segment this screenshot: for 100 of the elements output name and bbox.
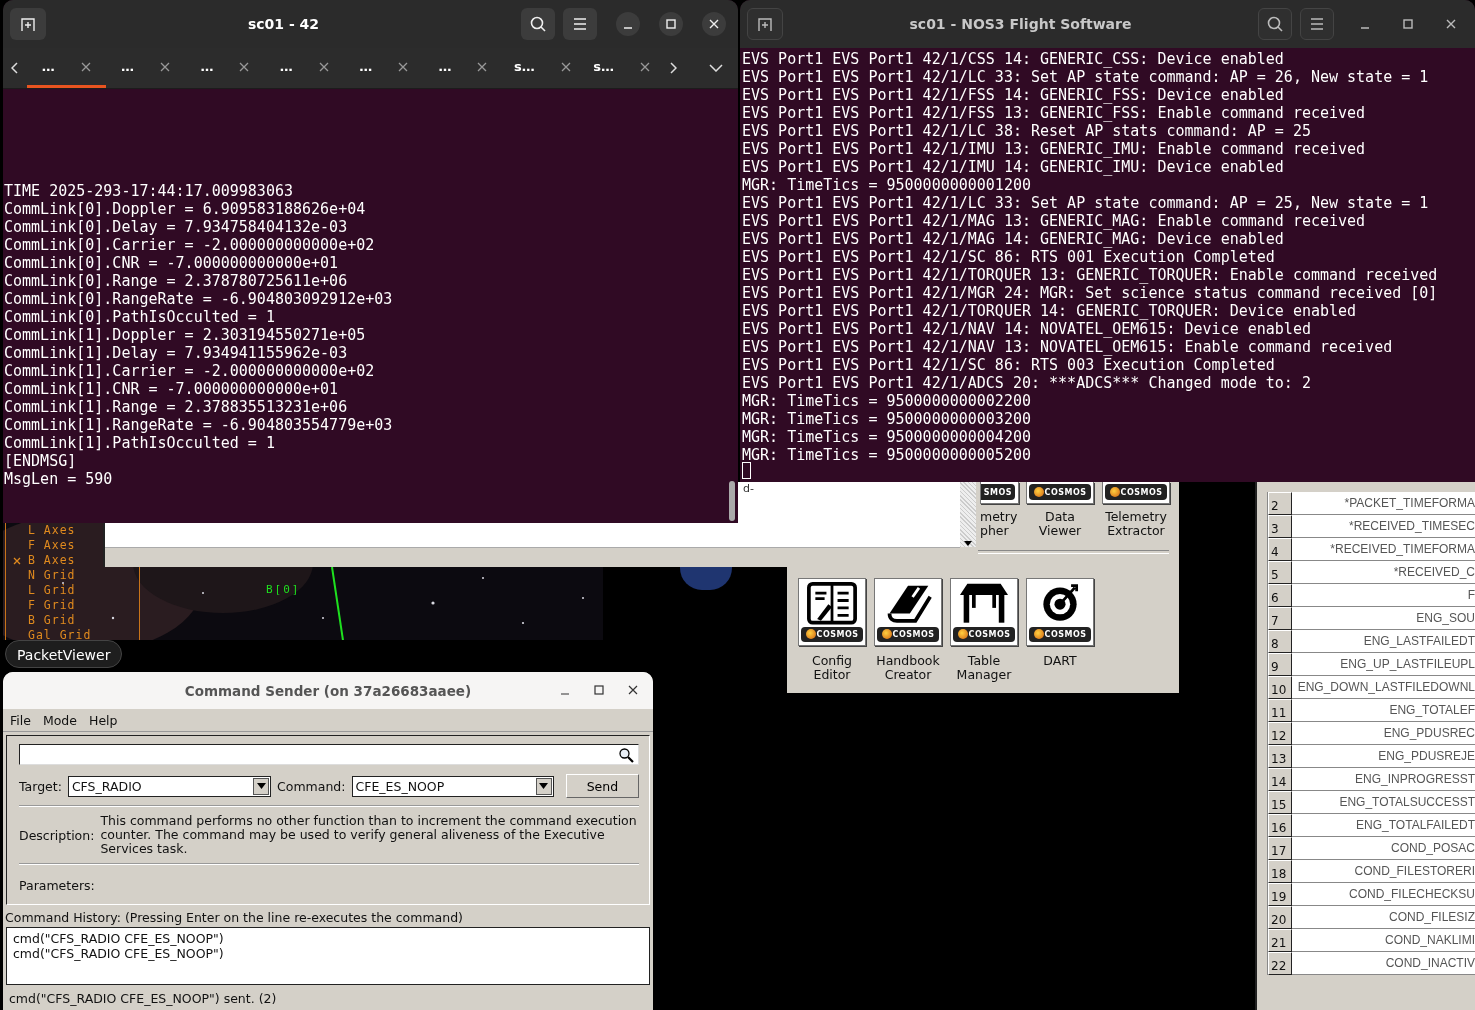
- table-cell: ENG_UP_LASTFILEUPL: [1292, 653, 1475, 676]
- app-tile[interactable]: COSMOS: [950, 578, 1018, 646]
- tab[interactable]: …: [185, 48, 265, 88]
- output-line: CommLink[0].Delay = 7.934758404132e-03: [4, 218, 349, 236]
- command-label: Command:: [277, 778, 346, 794]
- output-line: EVS Port1 EVS Port1 42/1/FSS 14: GENERIC_FSS: Device enabled: [742, 86, 1285, 104]
- app-tile[interactable]: COSMOS: [1026, 578, 1094, 646]
- target-label: Target:: [19, 778, 62, 794]
- tab-label: …: [438, 59, 452, 74]
- tab[interactable]: …: [105, 48, 186, 88]
- table-cell: COND_POSAC: [1292, 837, 1475, 860]
- output-line: CommLink[0].Carrier = -2.000000000000e+02: [4, 236, 376, 254]
- tab[interactable]: …: [264, 48, 344, 88]
- row-number: 8: [1268, 630, 1292, 653]
- status-text: cmd("CFS_RADIO CFE_ES_NOOP") sent. (2): [9, 991, 278, 1006]
- output-line: MGR: TimeTics = 9500000000001200: [742, 176, 1032, 194]
- output-line: EVS Port1 EVS Port1 42/1/LC 38: Reset AP stats command: AP = 25: [742, 122, 1312, 140]
- command-dropdown[interactable]: CFE_ES_NOOP: [351, 775, 554, 797]
- output-line: MGR: TimeTics = 9500000000004200: [742, 428, 1032, 446]
- menu-item[interactable]: F Axes: [6, 538, 76, 553]
- menu-item[interactable]: B Axes: [6, 553, 76, 568]
- app-label: Handbook Creator: [876, 654, 940, 682]
- output-line: EVS Port1 EVS Port1 42/1/MGR 24: MGR: Set science status command received [0]: [742, 284, 1439, 302]
- table-cell: ENG_PDUSREC: [1292, 722, 1475, 745]
- table-cell: COND_FILESTORERI: [1292, 860, 1475, 883]
- tab[interactable]: …: [423, 48, 503, 88]
- menu-item[interactable]: B Grid: [6, 613, 76, 628]
- table-cell: COND_INACTIV: [1292, 952, 1475, 975]
- tab-label: …: [121, 59, 135, 74]
- row-number: 17: [1268, 837, 1292, 860]
- output-line: CommLink[0].Doppler = 6.909583188626e+04: [4, 200, 367, 218]
- output-line: CommLink[1].Carrier = -2.000000000000e+02: [4, 362, 376, 380]
- row-number: 4: [1268, 538, 1292, 561]
- target-dropdown[interactable]: CFS_RADIO: [67, 775, 272, 797]
- table-cell: ENG_SOU: [1292, 607, 1475, 630]
- output-line: CommLink[0].RangeRate = -6.904803092912e+03: [4, 290, 394, 308]
- tab[interactable]: s…: [502, 48, 583, 88]
- table-cell: COND_FILESIZ: [1292, 906, 1475, 929]
- output-line: MGR: TimeTics = 9500000000002200: [742, 392, 1032, 410]
- menu-item[interactable]: N Grid: [6, 568, 76, 583]
- app-label: DART: [1043, 654, 1077, 668]
- row-number: 5: [1268, 561, 1292, 584]
- history-list[interactable]: cmd("CFS_RADIO CFE_ES_NOOP") cmd("CFS_RADIO CFE_ES_NOOP"): [6, 927, 650, 985]
- tab-label: s…: [593, 59, 615, 74]
- row-number: 21: [1268, 929, 1292, 952]
- output-line: EVS Port1 EVS Port1 42/1/IMU 13: GENERIC_IMU: Enable command received: [742, 140, 1367, 158]
- output-line: EVS Port1 EVS Port1 42/1/MAG 14: GENERIC_MAG: Device enabled: [742, 230, 1285, 248]
- menu-item[interactable]: Gal Grid: [6, 628, 92, 640]
- output-line: EVS Port1 EVS Port1 42/1/FSS 13: GENERIC_FSS: Enable command received: [742, 104, 1367, 122]
- tab[interactable]: …: [343, 48, 424, 88]
- row-number: 18: [1268, 860, 1292, 883]
- app-label: metry pher: [980, 510, 1019, 538]
- row-number: 19: [1268, 883, 1292, 906]
- output-line: EVS Port1 EVS Port1 42/1/NAV 14: NOVATEL_OEM615: Device enabled: [742, 320, 1312, 338]
- menu-item[interactable]: L Axes: [6, 523, 76, 538]
- tab[interactable]: …: [26, 48, 106, 88]
- row-number: 3: [1268, 515, 1292, 538]
- output-line: EVS Port1 EVS Port1 42/1/NAV 13: NOVATEL_OEM615: Enable command received: [742, 338, 1394, 356]
- tab[interactable]: s…: [582, 48, 662, 88]
- logo-badge: COSMOS: [1029, 626, 1091, 642]
- output-line: CommLink[1].Doppler = 2.303194550271e+05: [4, 326, 367, 344]
- description-text: This command performs no other function than to increment the command execution counter. The command may be used to verify general aliveness of the Executive Services task.: [100, 814, 638, 856]
- row-number: 20: [1268, 906, 1292, 929]
- tab-label: …: [41, 59, 55, 74]
- row-number: 15: [1268, 791, 1292, 814]
- table-cell: ENG_INPROGRESST: [1292, 768, 1475, 791]
- text-fragment: d-: [743, 482, 754, 495]
- logo-badge: COSMOS: [953, 626, 1015, 642]
- parameters-label: Parameters:: [19, 878, 96, 893]
- tab-label: …: [200, 59, 214, 74]
- logo-badge: COSMOS: [877, 626, 939, 642]
- table-cell: *PACKET_TIMEFORMA: [1292, 492, 1475, 515]
- app-label: Config Editor: [811, 654, 853, 682]
- table-cell: *RECEIVED_TIMESEC: [1292, 515, 1475, 538]
- row-number: 6: [1268, 584, 1292, 607]
- row-number: 13: [1268, 745, 1292, 768]
- menu-item[interactable]: Help: [89, 712, 118, 728]
- app-tile[interactable]: COSMOS: [798, 578, 866, 646]
- menu-item[interactable]: F Grid: [6, 598, 76, 613]
- row-number: 16: [1268, 814, 1292, 837]
- window-label[interactable]: PacketViewer: [5, 640, 123, 668]
- output-line: CommLink[0].PathIsOcculted = 1: [4, 308, 276, 326]
- output-line: EVS Port1 EVS Port1 42/1/LC 33: Set AP state command: AP = 26, New state = 1: [742, 68, 1430, 86]
- table-cell: *RECEIVED_TIMEFORMA: [1292, 538, 1475, 561]
- history-entry[interactable]: cmd("CFS_RADIO CFE_ES_NOOP"): [13, 931, 643, 946]
- description-label: Description:: [19, 827, 95, 843]
- app-tile[interactable]: COSMOS: [874, 578, 942, 646]
- menu-item[interactable]: Mode: [42, 712, 77, 728]
- menu-item[interactable]: File: [10, 712, 31, 728]
- table-cell: ENG_TOTALSUCCESST: [1292, 791, 1475, 814]
- output-line: EVS Port1 EVS Port1 42/1/CSS 14: GENERIC_CSS: Device enabled: [742, 50, 1285, 68]
- output-line: EVS Port1 EVS Port1 42/1/SC 86: RTS 003 Execution Completed: [742, 356, 1276, 374]
- menu-item[interactable]: L Grid: [6, 583, 76, 598]
- output-line: TIME 2025-293-17:44:17.009983063: [4, 182, 294, 200]
- output-line: EVS Port1 EVS Port1 42/1/TORQUER 14: GENERIC_TORQUER: Device enabled: [742, 302, 1358, 320]
- history-entry[interactable]: cmd("CFS_RADIO CFE_ES_NOOP"): [13, 946, 643, 961]
- row-number: 9: [1268, 653, 1292, 676]
- table-cell: F: [1292, 584, 1475, 607]
- send-button[interactable]: Send: [565, 774, 639, 798]
- row-number: 12: [1268, 722, 1292, 745]
